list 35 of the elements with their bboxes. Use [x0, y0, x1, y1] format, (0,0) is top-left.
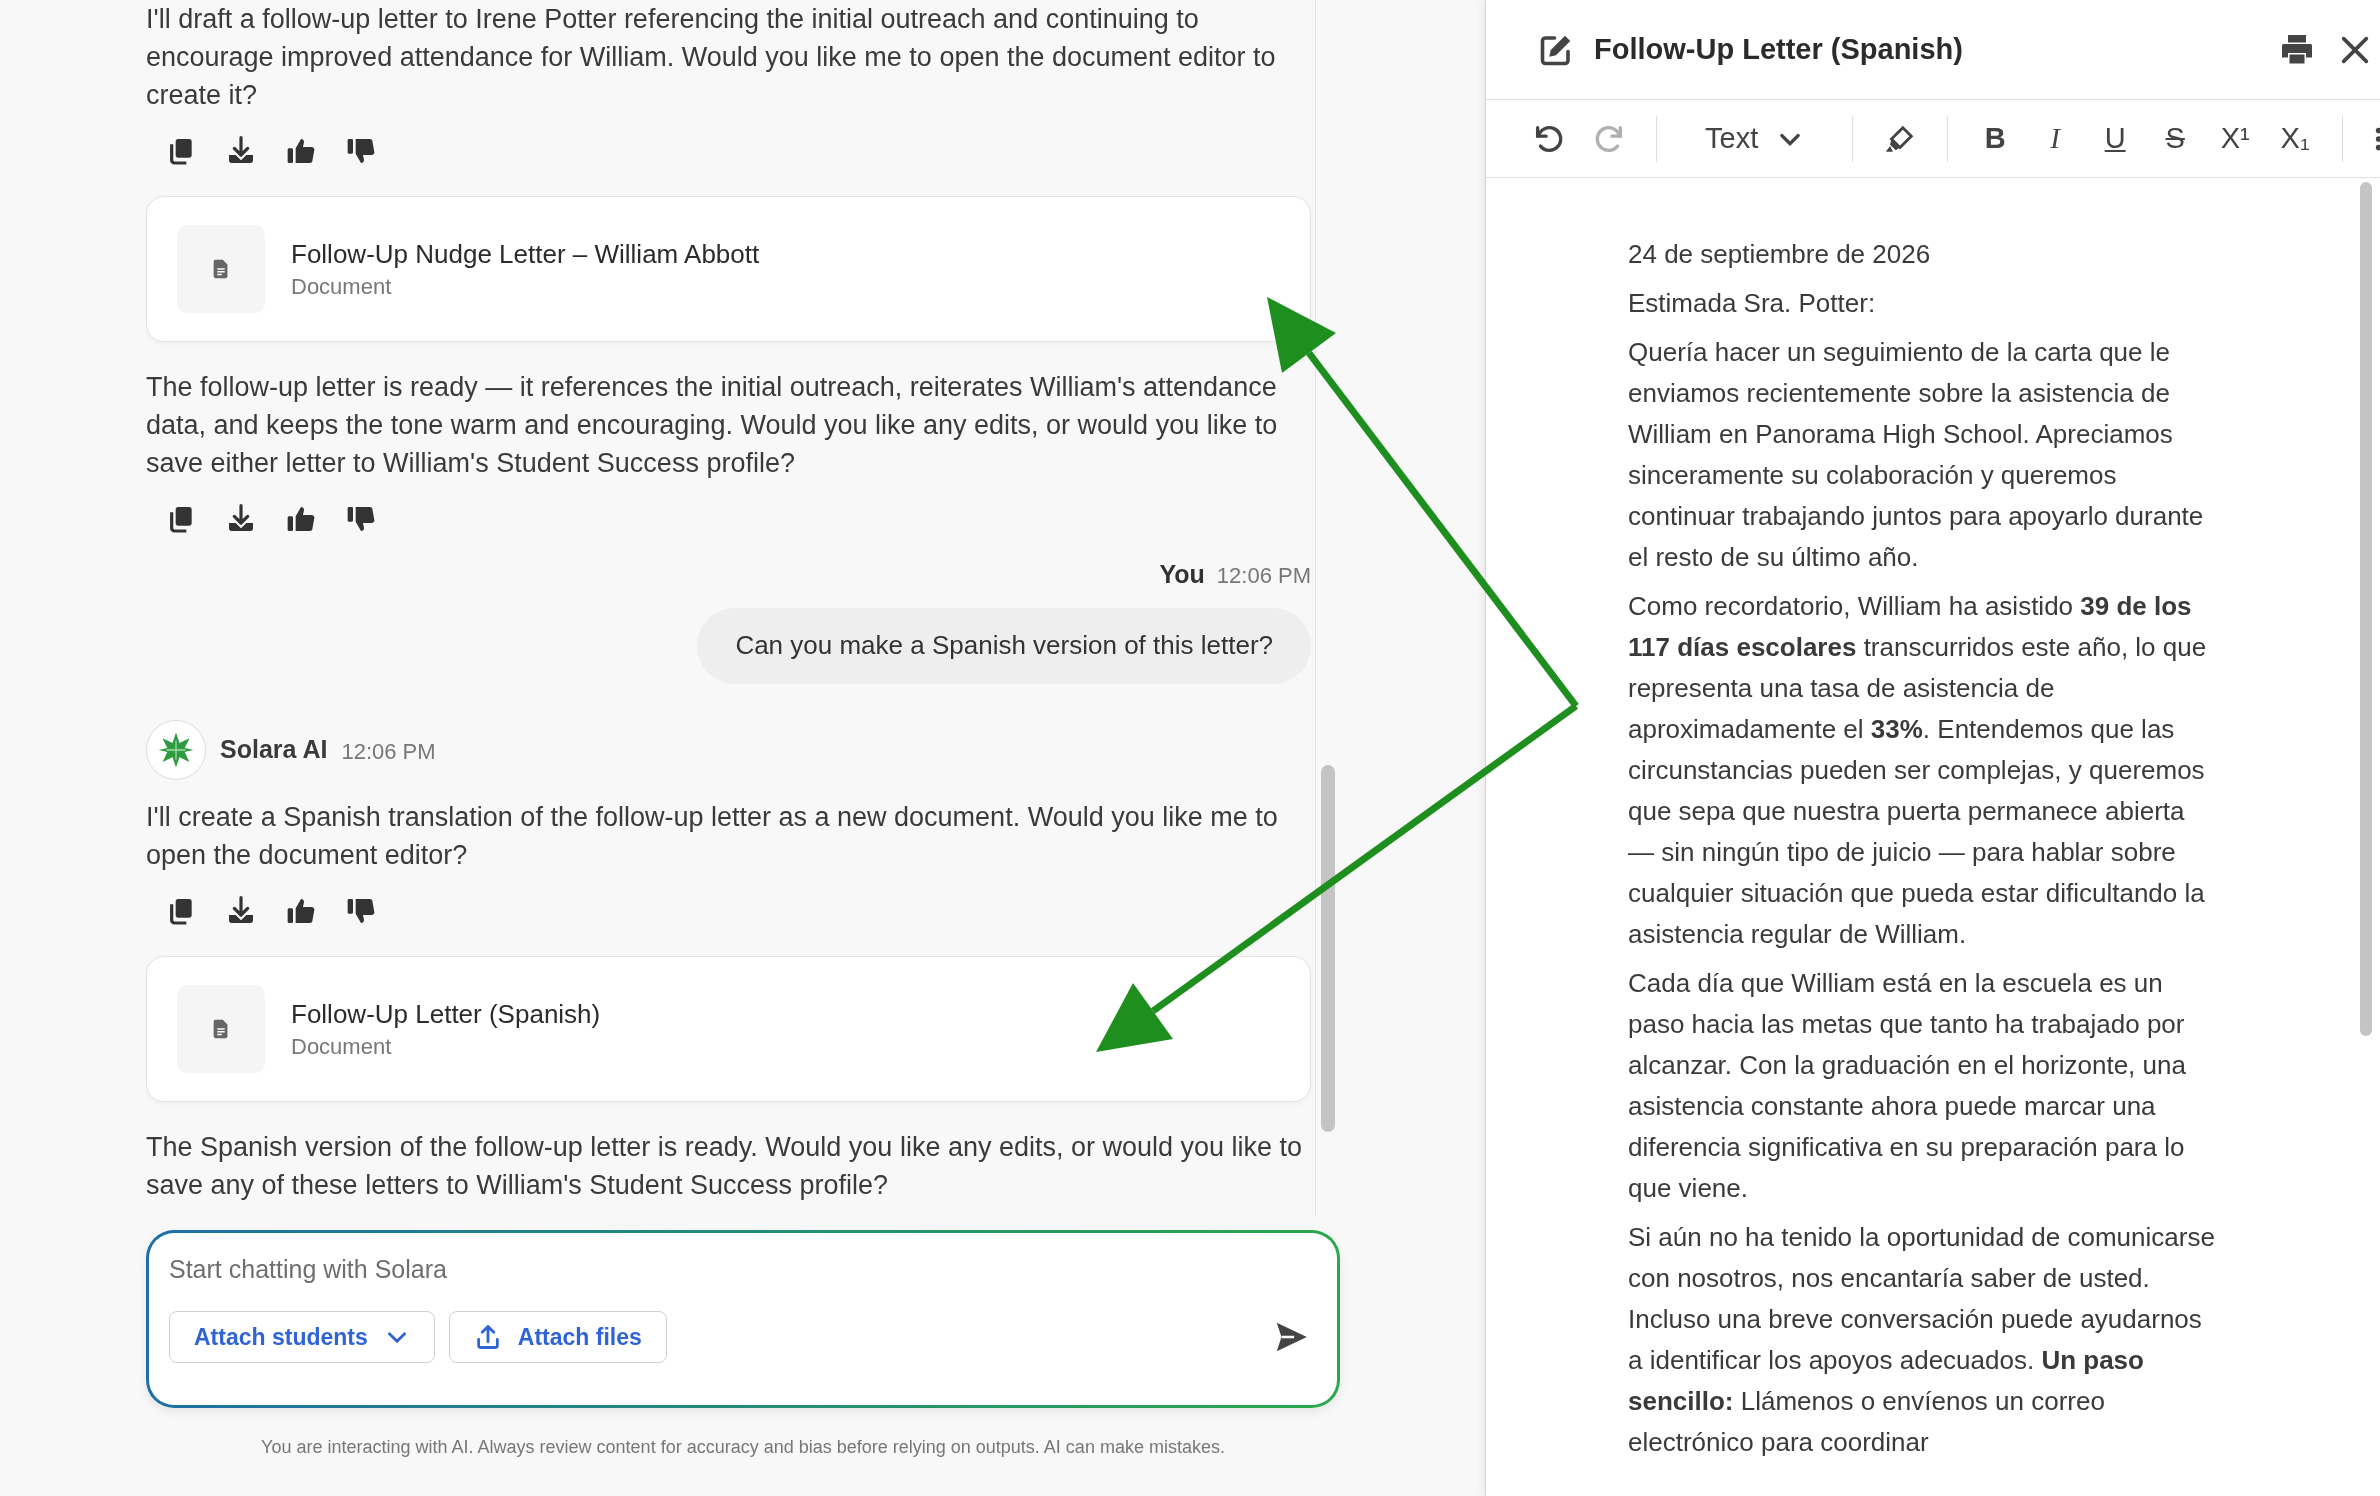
letter-paragraph: Como recordatorio, William ha asistido 39 de los 117 días escolares transcurridos este año, lo que representa una tasa de asistencia de aproximadamente el 33%. Entendemos que las circunstancias pueden ser complejas, y queremos que sepa que nuestra puerta permanece abierta — sin ningún tipo de juicio — para hablar sobre cualquier situación que pueda estar dificultando la asistencia regular de William.: [1628, 590, 2208, 951]
subscript-button[interactable]: X₁: [2272, 114, 2319, 163]
editor-title: Follow-Up Letter (Spanish): [1594, 31, 1964, 67]
letter-paragraph: Si aún no ha tenido la oportunidad de comunicarse con nosotros, nos encantaría saber de usted. Incluso una breve conversación puede ayudarnos a identificar los apoyos adecuados. Un paso sencillo: Llámenos o envíenos un correo electrónico para coordinar: [1628, 1221, 2216, 1459]
message-time: 12:06 PM: [341, 738, 436, 766]
superscript-button[interactable]: X¹: [2212, 114, 2259, 163]
attach-files-button[interactable]: Attach files: [448, 1311, 667, 1363]
message-text: The Spanish version of the follow-up letter is ready. Would you like any edits, or would you like to save any of these letters to William's Student Success profile?: [146, 1130, 1304, 1202]
italic-button[interactable]: I: [2032, 114, 2079, 163]
document-type: Document: [291, 273, 393, 301]
message-time: 12:06 PM: [1216, 562, 1311, 590]
underline-button[interactable]: U: [2092, 114, 2139, 163]
author-name: You: [1159, 559, 1205, 590]
author-name: Solara AI: [220, 733, 328, 765]
chat-input-field[interactable]: Start chatting with Solara: [169, 1249, 1317, 1289]
message-text: I'll create a Spanish translation of the follow-up letter as a new document. Would you like me to open the document editor?: [146, 800, 1279, 872]
message-text: I'll draft a follow-up letter to Irene Potter referencing the initial outreach and continuing to encourage improved attendance for William. Would you like me to open the document editor to create it?: [146, 3, 1277, 112]
letter-paragraph: Cada día que William está en la escuela es un paso hacia las metas que tanto ha trabajado por alcanzar. Con la graduación en el horizonte, una asistencia constante ahora puede marcar una diferencia significativa en su preparación para lo que viene.: [1628, 967, 2187, 1205]
scrollbar[interactable]: [2360, 182, 2372, 1036]
letter-paragraph: 24 de septiembre de 2026: [1628, 238, 1932, 271]
bold-button[interactable]: B: [1972, 114, 2019, 163]
attach-students-button[interactable]: Attach students: [169, 1311, 435, 1363]
letter-paragraph: Quería hacer un seguimiento de la carta que le enviamos recientemente sobre la asistencia de William en Panorama High School. Apreciamos sinceramente su colaboración y queremos continuar trabajando juntos para apoyarlo durante el resto de su último año.: [1628, 336, 2205, 574]
letter-paragraph: Estimada Sra. Potter:: [1628, 287, 1877, 320]
user-message: Can you make a Spanish version of this letter?: [697, 607, 1311, 684]
document-title: Follow-Up Letter (Spanish): [291, 997, 601, 1031]
disclaimer-text: You are interacting with AI. Always review content for accuracy and bias before relying on outputs. AI can make mistakes.: [261, 1436, 1225, 1459]
message-text: The follow-up letter is ready — it references the initial outreach, reiterates William's attendance data, and keeps the tone warm and encouraging. Would you like any edits, or would you like to save either letter to William's Student Success profile?: [146, 371, 1279, 480]
document-card[interactable]: Follow-Up Letter (Spanish) Document: [146, 955, 1311, 1102]
strike-button[interactable]: S: [2152, 114, 2199, 163]
dropdown-button[interactable]: Text: [1681, 114, 1829, 163]
scrollbar[interactable]: [1321, 765, 1335, 1132]
document-title: Follow-Up Nudge Letter – William Abbott: [291, 238, 760, 271]
document-type: Document: [291, 1032, 393, 1061]
document-card[interactable]: Follow-Up Nudge Letter – William Abbott Document: [146, 196, 1311, 342]
